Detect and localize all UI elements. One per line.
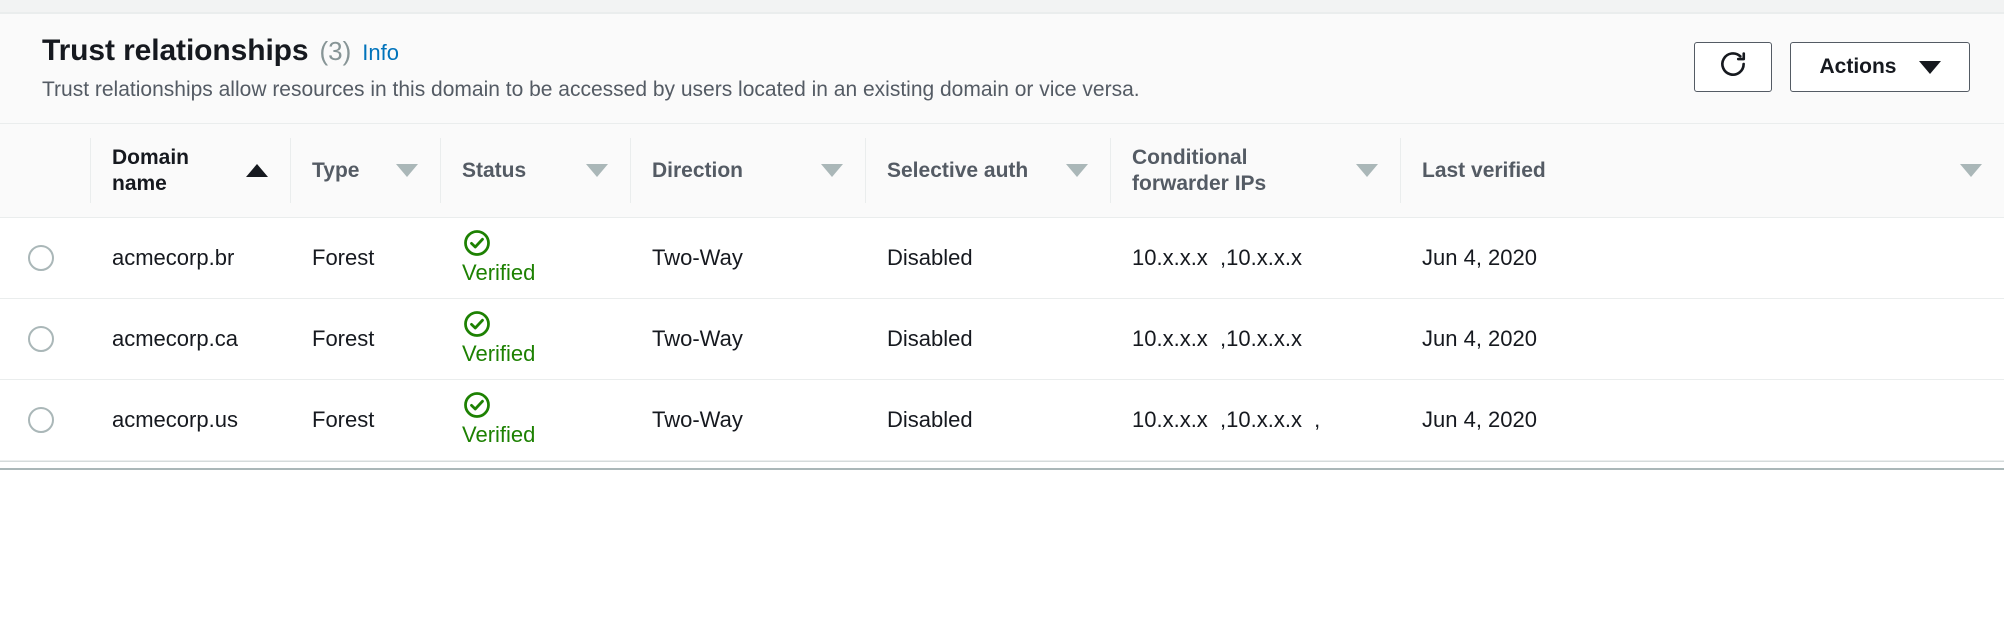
column-header-type[interactable]: Type [290,124,440,218]
actions-button[interactable]: Actions [1790,42,1970,92]
header-actions: Actions [1694,36,1970,92]
row-radio-button[interactable] [28,326,54,352]
check-circle-icon [462,390,492,424]
cell-status: Verified [440,380,630,461]
cell-domain-name: acmecorp.br [90,218,290,299]
check-circle-icon [462,309,492,343]
sort-descending-icon [1066,164,1088,177]
row-select-cell [0,380,90,461]
chevron-down-icon [1919,61,1941,74]
page-description: Trust relationships allow resources in t… [42,77,1140,103]
sort-descending-icon [1356,164,1378,177]
table-header: Domain name Type Status [0,124,2004,218]
column-header-selective-auth[interactable]: Selective auth [865,124,1110,218]
info-link[interactable]: Info [362,42,399,64]
cell-conditional-forwarder-ips: 10.x.x.x ,10.x.x.x , [1110,380,1400,461]
column-header-label: Domain name [112,145,236,196]
refresh-button[interactable] [1694,42,1772,92]
sort-descending-icon [1960,164,1982,177]
select-all-column-header [0,124,90,218]
sort-ascending-icon [246,164,268,177]
column-header-last-verified[interactable]: Last verified [1400,124,2004,218]
cell-conditional-forwarder-ips: 10.x.x.x ,10.x.x.x [1110,299,1400,380]
card-header: Trust relationships (3) Info Trust relat… [0,14,2004,123]
column-header-label: Selective auth [887,158,1028,184]
actions-button-label: Actions [1819,55,1896,79]
status-label: Verified [462,342,535,365]
page-background-strip [0,0,2004,13]
header-left: Trust relationships (3) Info Trust relat… [42,36,1140,103]
table-row[interactable]: acmecorp.ca Forest Verified [0,299,2004,380]
cell-domain-name: acmecorp.us [90,380,290,461]
table-row[interactable]: acmecorp.us Forest Verified [0,380,2004,461]
row-radio-button[interactable] [28,245,54,271]
cell-last-verified: Jun 4, 2020 [1400,299,2004,380]
check-circle-icon [462,228,492,262]
cell-selective-auth: Disabled [865,380,1110,461]
column-header-domain-name[interactable]: Domain name [90,124,290,218]
status-label: Verified [462,423,535,446]
table-body: acmecorp.br Forest Verified [0,218,2004,461]
trust-relationships-table: Domain name Type Status [0,123,2004,461]
column-header-conditional-forwarder-ips[interactable]: Conditional forwarder IPs [1110,124,1400,218]
cell-direction: Two-Way [630,299,865,380]
sort-descending-icon [586,164,608,177]
cell-direction: Two-Way [630,218,865,299]
column-header-label: Direction [652,158,743,184]
row-radio-button[interactable] [28,407,54,433]
refresh-icon [1718,49,1748,85]
table-header-row: Domain name Type Status [0,124,2004,218]
page-title: Trust relationships [42,36,309,66]
cell-direction: Two-Way [630,380,865,461]
trust-relationships-card: Trust relationships (3) Info Trust relat… [0,13,2004,470]
title-line: Trust relationships (3) Info [42,36,1140,66]
table-row[interactable]: acmecorp.br Forest Verified [0,218,2004,299]
cell-last-verified: Jun 4, 2020 [1400,218,2004,299]
cell-selective-auth: Disabled [865,218,1110,299]
cell-domain-name: acmecorp.ca [90,299,290,380]
sort-descending-icon [821,164,843,177]
row-select-cell [0,299,90,380]
cell-last-verified: Jun 4, 2020 [1400,380,2004,461]
column-header-label: Status [462,158,526,184]
cell-type: Forest [290,380,440,461]
column-header-direction[interactable]: Direction [630,124,865,218]
card-bottom-edge [0,461,2004,470]
column-header-status[interactable]: Status [440,124,630,218]
cell-type: Forest [290,218,440,299]
cell-selective-auth: Disabled [865,299,1110,380]
sort-descending-icon [396,164,418,177]
trust-relationships-panel: Trust relationships (3) Info Trust relat… [0,0,2004,626]
column-header-label: Type [312,158,359,184]
cell-conditional-forwarder-ips: 10.x.x.x ,10.x.x.x [1110,218,1400,299]
cell-type: Forest [290,299,440,380]
status-label: Verified [462,261,535,284]
column-header-label: Conditional forwarder IPs [1132,145,1346,196]
column-header-label: Last verified [1422,158,1546,184]
item-count: (3) [320,38,352,64]
cell-status: Verified [440,299,630,380]
row-select-cell [0,218,90,299]
cell-status: Verified [440,218,630,299]
